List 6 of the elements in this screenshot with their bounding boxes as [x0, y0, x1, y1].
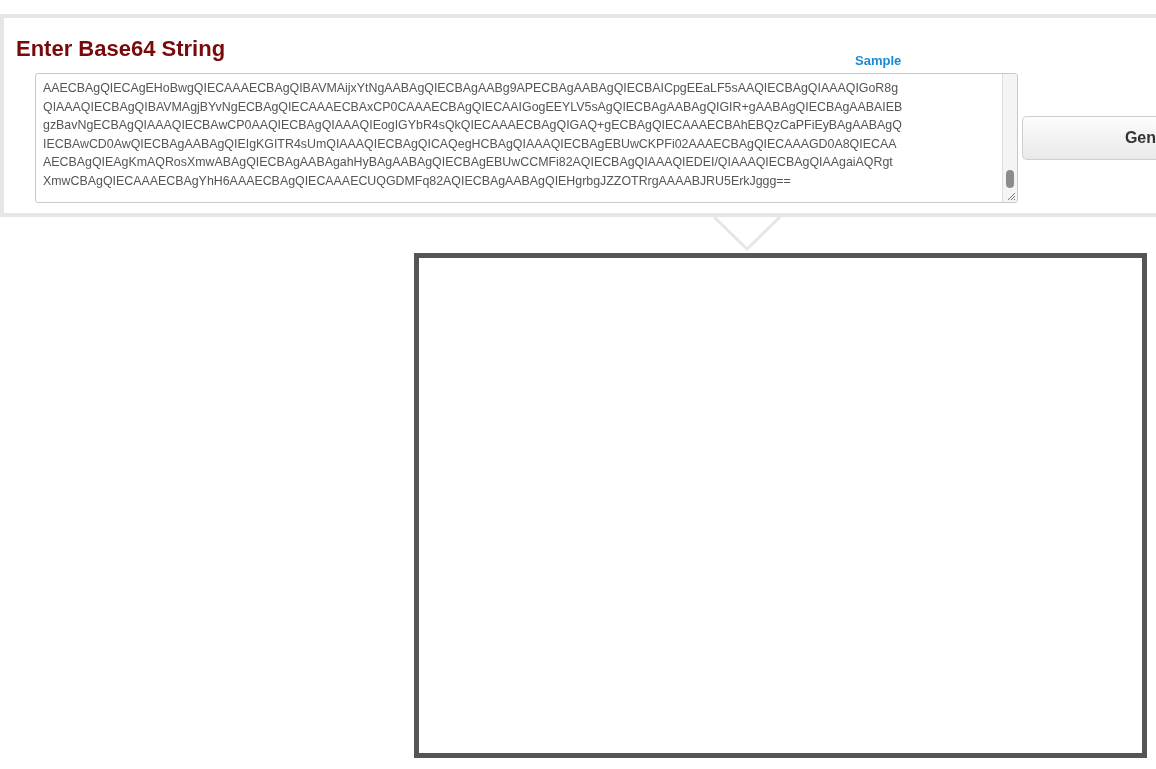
resize-grip-icon[interactable] — [1006, 191, 1016, 201]
base64-input-field[interactable]: AAECBAgQIECAgEHoBwgQIECAAAECBAgQIBAVMAijxYtNgAABAgQIECBAgAABg9APECBAgAABAgQIECBAICpgEEaLF5sAAQIECBAgQIAAAQIGoR8g QIAAAQIECBAgQIBAVMAgjBYvNgECBAgQIECAAAECBAxCP0CAAAECBAgQIECAAIGogEEYLV5sAgQIECBAgAABAgQIGIR+gAABAgQIECBAgAABAIEB gzBavNgECBAgQIAAAQIECBAwCP0AAQIECBAgQIAAAQIEogIGYbR4sQkQIECAAAECBAgQIGAQ+gECBAgQIECAAAECBAhEBQzCaPFiEyBAgAABAgQ IECBAwCD0AwQIECBAgAABAgQIEIgKGITR4sUmQIAAAQIECBAgQICAQegHCBAgQIAAAQIECBAgEBUwCKPFi02AAAECBAgQIECAAAGD0A8QIECAA AECBAgQIEAgKmAQRosXmwABAgQIECBAgAABAgahHyBAgAABAgQIECBAgEBUwCCMFi82AQIECBAgQIAAAQIEDEI/QIAAAQIECBAgQIAAgaiAQRgt XmwCBAgQIECAAAECBAgYhH6AAAECBAgQIECAAAECUQGDMFq82AQIECBAgAABAgQIEHgrbgJZZOTRrgAAAABJRU5ErkJggg== — [35, 73, 1018, 203]
generate-button[interactable]: Gen — [1022, 116, 1156, 160]
page-title: Enter Base64 String — [16, 36, 226, 62]
scrollbar[interactable] — [1002, 74, 1017, 202]
sample-link[interactable]: Sample — [855, 53, 902, 68]
